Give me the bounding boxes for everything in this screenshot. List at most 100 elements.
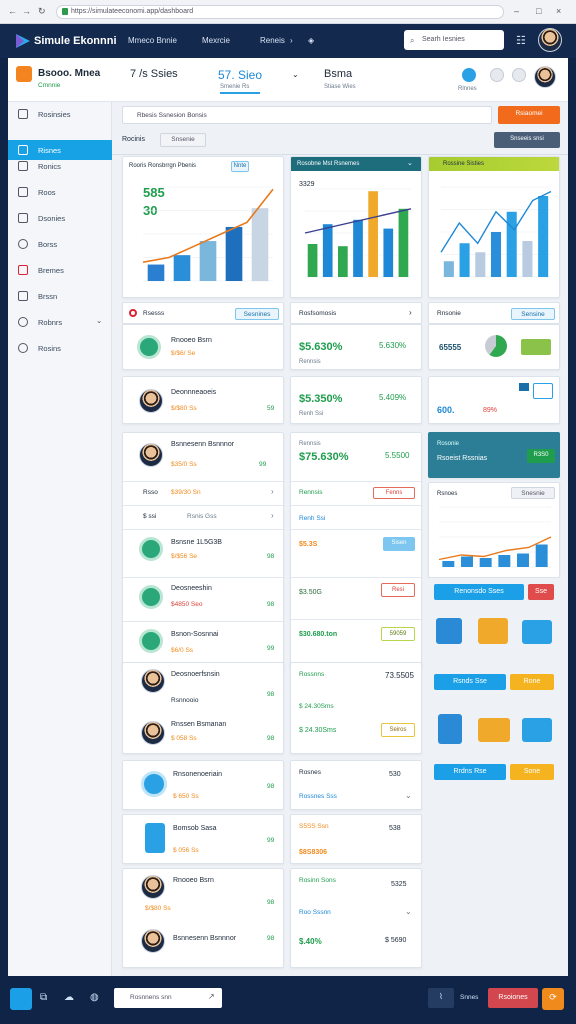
info-icon[interactable] [512,68,526,82]
bar [338,246,348,277]
primary-button[interactable]: Rsiaomei [498,106,560,124]
list-item[interactable]: Rnooeo Bsrn $/$6/ Se [122,324,284,370]
stat-3-sub: Stiase Wies [324,84,356,90]
back-icon[interactable]: ← [8,6,17,16]
action-button-6[interactable]: Sone [510,764,554,780]
col3-card-1: 65555 [428,324,560,370]
chevron-down-icon[interactable]: ⌄ [405,907,412,916]
item-name: Bsnnesenn Bsnnnor [173,935,237,942]
chevron-right-icon[interactable]: › [409,308,412,317]
value-main: $8S8306 [299,849,328,856]
item-amount: $ 650 Ss [173,793,199,800]
search-icon [18,239,28,249]
menu-item-2[interactable]: Mexrcie [202,36,230,45]
bar [490,232,502,277]
address-bar[interactable]: https://simulateeconomi.app/dashboard [56,5,504,19]
secondary-button[interactable]: Snseeis snsi [494,132,560,148]
tab-pill[interactable]: Snsenie [160,133,206,147]
action-button-3[interactable]: Rsnds Sse [434,674,506,690]
item-value: 99 [267,645,275,652]
item-name: Deosneeshin [171,585,212,592]
profile-avatar[interactable] [534,66,556,88]
sidebar-item-3[interactable]: Ronics [8,156,112,176]
chart-3-plot [440,186,552,278]
help-icon[interactable] [462,68,476,82]
cloud-icon[interactable]: ☁ [64,992,74,1003]
list-item[interactable]: Deonnneaoeis $/$80 Ss 59 [122,376,284,424]
pie-icon [485,335,507,357]
search-input[interactable]: Searh Iesnies [404,30,504,50]
maximize-icon[interactable]: □ [536,6,541,16]
bar [459,243,470,277]
bottom-action-button[interactable]: Rsoiones [488,988,538,1008]
sidebar-item-6[interactable]: Borss [8,234,112,254]
delivery-truck-icon [522,718,552,742]
bar [147,264,165,281]
value-secondary: 530 [389,771,401,778]
item-amount: $35/0 Ss [171,461,197,468]
sidebar-item-1[interactable]: Rosinsies [8,104,112,124]
teal-button[interactable]: R3S0 [527,449,555,463]
sidebar-item-8[interactable]: Brssn [8,286,112,306]
chevron-down-icon[interactable]: ⌄ [405,791,412,800]
row-label: Rossnes Sss [299,793,337,800]
action-button-1[interactable]: Renonsdo Sses [434,584,524,600]
list-item[interactable]: Rnsonenoeriain $ 650 Ss 98 [122,760,284,810]
activity-icon[interactable]: ⌇ [428,988,454,1008]
menu-item-3[interactable]: Reneis [260,36,285,45]
stat-1: 7 /s Ssies [130,68,178,80]
bar [506,211,517,277]
notification-icon[interactable]: ◈ [308,36,314,45]
value-caption: Rennsis [299,441,321,447]
money-icon [139,537,163,561]
chevron-down-icon[interactable]: ⌄ [292,70,299,79]
action-button-5[interactable]: Rrdns Rse [434,764,506,780]
col3-value: 600. [437,405,455,415]
chart-2-plot [304,188,412,278]
tab-label[interactable]: Rocinis [122,136,145,143]
value-main: $5.630% [299,341,343,353]
apps-grid-icon[interactable]: ☷ [516,34,526,47]
divider [291,529,421,530]
sidebar-item-9[interactable]: Robnrs ⌄ [8,312,112,332]
action-button-2[interactable]: Sse [528,584,554,600]
sidebar-item-4[interactable]: Roos [8,182,112,202]
col1-pill[interactable]: Sesnines [235,308,279,320]
settings-icon[interactable] [490,68,504,82]
minimize-icon[interactable]: – [514,6,519,16]
summary-header: Bsooo. Mnea Cmnnie 7 /s Ssies 57. Sieo ⌄… [8,58,568,102]
col3-pill[interactable]: Sensine [511,308,555,320]
sidebar-item-7[interactable]: Bremes [8,260,112,280]
filter-bar[interactable]: Rbesis Ssnesion Bonsis [122,106,492,124]
item-name: Rnssen Bsmanan [171,721,227,728]
copy-icon[interactable]: ⧉ [40,992,47,1003]
forward-icon[interactable]: → [22,6,31,16]
item-name: Rnooeo Bsrn [171,337,212,344]
stat-2-underline [220,92,260,94]
value-main: $30.680.ton [299,631,338,638]
reload-icon[interactable]: ↻ [38,6,46,17]
value-secondary: 5.5500 [385,451,410,460]
close-icon[interactable]: × [556,6,561,16]
action-button-4[interactable]: Rone [510,674,554,690]
globe-icon[interactable]: ◍ [90,992,99,1003]
home-icon[interactable] [10,988,32,1010]
item-name: Rnsonenoeriain [173,771,223,778]
chevron-right-icon[interactable]: › [271,511,274,520]
menu-item-1[interactable]: Mmeco Bnnie [128,36,177,45]
user-avatar[interactable] [538,28,562,52]
chevron-right-icon[interactable]: › [271,487,274,496]
teal-title: Rosonie [437,441,460,447]
list-item[interactable]: Bomsob Sasa $ 056 Ss 99 [122,814,284,864]
sidebar-item-label: Brssn [38,292,58,301]
sidebar-item-10[interactable]: Rosins [8,338,112,358]
bar [225,226,243,281]
chart-card-3: Rossine Sisties [428,156,560,298]
bar [307,244,318,277]
bar [383,228,394,277]
bottom-search-input[interactable]: Rosnnens snn [114,988,222,1008]
record-icon [129,309,137,317]
value-caption: Renh Ssi [299,411,324,417]
refresh-icon[interactable]: ⟳ [542,988,564,1010]
sidebar-item-5[interactable]: Dsonies [8,208,112,228]
